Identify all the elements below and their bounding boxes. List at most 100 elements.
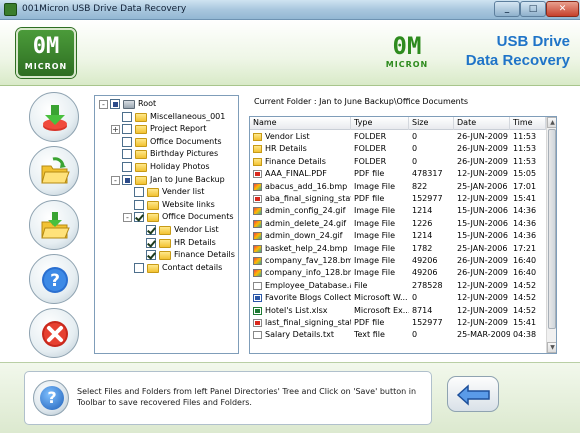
file-row[interactable]: company_info_128.bmpImage File 49206 26-JU… [250, 267, 546, 279]
file-row[interactable]: basket_help_24.bmp Image File 1782 25-JAN-2… [250, 243, 546, 255]
file-type-cell: FOLDER [354, 144, 387, 154]
exit-button[interactable] [29, 308, 79, 358]
tree-checkbox[interactable] [122, 174, 132, 185]
open-button[interactable] [29, 146, 79, 196]
folder-icon [159, 226, 171, 235]
file-size-cell: 0 [412, 132, 418, 141]
file-row[interactable]: Hotel's List.xlsx Microsoft Ex... 8714 12-J… [250, 305, 546, 317]
tree-item[interactable]: + Project Report [95, 123, 238, 136]
file-row[interactable]: Finance Details FOLDER 0 26-JUN-2009 11:53 [250, 156, 546, 168]
column-header-date[interactable]: Date [454, 117, 510, 130]
file-date-cell: 12-JUN-2009 [457, 169, 508, 179]
xls-file-icon [253, 306, 262, 315]
directory-tree[interactable]: - Root Miscellaneous_001 + Project Report Off… [94, 95, 239, 354]
file-type-cell: Image File [354, 243, 395, 253]
tree-item[interactable]: HR Details [95, 237, 238, 250]
help-button[interactable]: ? [29, 254, 79, 304]
file-row[interactable]: last_final_signing_stat... PDF file 152977… [250, 317, 546, 329]
minimize-button[interactable]: _ [494, 1, 520, 17]
product-title: USB Drive Data Recovery [465, 33, 570, 69]
file-row[interactable]: Salary Details.txt Text file 0 25-MAR-2009 0… [250, 329, 546, 341]
file-time-cell: 14:36 [513, 218, 537, 228]
back-arrow-icon [456, 384, 490, 406]
tree-checkbox[interactable] [134, 199, 144, 210]
tree-item-label: Birthday Pictures [150, 149, 219, 159]
file-time-cell: 11:53 [513, 132, 537, 141]
back-button[interactable] [447, 376, 499, 412]
tree-checkbox[interactable] [134, 212, 144, 223]
file-date-cell: 15-JUN-2006 [457, 231, 508, 241]
file-row[interactable]: Vendor List FOLDER 0 26-JUN-2009 11:53 [250, 131, 546, 143]
file-row[interactable]: admin_config_24.gif Image File 1214 15-JUN-… [250, 205, 546, 217]
tree-item[interactable]: Office Documents [95, 136, 238, 149]
tree-item[interactable]: Finance Details [95, 249, 238, 262]
column-header-time[interactable]: Time [510, 117, 546, 130]
column-header-size[interactable]: Size [409, 117, 454, 130]
tree-item[interactable]: Birthday Pictures [95, 148, 238, 161]
file-time-cell: 04:38 [513, 330, 537, 340]
tree-checkbox[interactable] [134, 187, 144, 198]
file-row[interactable]: company_fav_128.bmp Image File 49206 26-JUN… [250, 255, 546, 267]
file-row[interactable]: abacus_add_16.bmp Image File 822 25-JAN-200… [250, 181, 546, 193]
tree-item[interactable]: - Root [95, 98, 238, 111]
collapse-icon[interactable]: - [99, 100, 108, 109]
file-row[interactable]: Favorite Blogs Collecti...Microsoft W...… [250, 292, 546, 304]
folder-icon [147, 200, 159, 210]
scroll-up-icon[interactable]: ▲ [547, 117, 556, 128]
file-name-cell: Employee_Database.a... [265, 280, 351, 290]
maximize-button[interactable]: □ [520, 1, 546, 17]
img-file-icon [253, 257, 262, 265]
tree-item[interactable]: Website links [95, 199, 238, 212]
tree-checkbox[interactable] [122, 162, 132, 172]
file-row[interactable]: AAA_FINAL.PDF PDF file 478317 12-JUN-2009 15… [250, 168, 546, 180]
file-name-cell: Finance Details [265, 156, 326, 166]
tree-item[interactable]: Contact details [95, 262, 238, 275]
scroll-thumb[interactable] [548, 129, 556, 329]
info-help-icon: ? [33, 380, 69, 416]
tree-checkbox[interactable] [146, 237, 156, 248]
recover-button[interactable] [29, 92, 79, 142]
column-header-type[interactable]: Type [351, 117, 409, 130]
tree-checkbox[interactable] [122, 149, 132, 160]
tree-item[interactable]: - Jan to June Backup [95, 174, 238, 187]
file-row[interactable]: HR Details FOLDER 0 26-JUN-2009 11:53 [250, 143, 546, 155]
tree-checkbox[interactable] [110, 99, 120, 109]
tree-item[interactable]: - Office Documents [95, 211, 238, 224]
file-date-cell: 12-JUN-2009 [457, 318, 508, 327]
collapse-icon[interactable]: - [123, 213, 132, 223]
folder-icon [135, 150, 147, 160]
expand-icon[interactable]: + [111, 125, 120, 135]
word-file-icon [253, 294, 262, 303]
collapse-icon[interactable]: - [111, 175, 120, 185]
file-size-cell: 1226 [412, 218, 433, 228]
file-time-cell: 14:52 [513, 280, 537, 290]
file-name-cell: abacus_add_16.bmp [265, 181, 348, 191]
file-row[interactable]: admin_delete_24.gif Image File 1226 15-JUN-… [250, 218, 546, 230]
file-date-cell: 12-JUN-2009 [457, 194, 508, 203]
file-date-cell: 26-JUN-2009 [457, 144, 508, 154]
file-row[interactable]: Employee_Database.a...File 278528 12-JUN-2… [250, 280, 546, 292]
file-size-cell: 1782 [412, 243, 433, 253]
file-row[interactable]: aba_final_signing_stat...PDF file 152977 1… [250, 193, 546, 205]
tree-checkbox[interactable] [146, 250, 156, 261]
tree-checkbox[interactable] [146, 225, 156, 235]
tree-checkbox[interactable] [122, 136, 132, 147]
save-button[interactable] [29, 200, 79, 250]
tree-item[interactable]: Vendor List [95, 224, 238, 237]
close-button[interactable]: ✕ [546, 1, 579, 17]
tree-item[interactable]: Holiday Photos [95, 161, 238, 174]
tree-checkbox[interactable] [122, 124, 132, 135]
tree-checkbox[interactable] [134, 262, 144, 273]
tree-item[interactable]: Vender list [95, 186, 238, 199]
column-header-name[interactable]: Name [250, 117, 351, 130]
tree-checkbox[interactable] [122, 111, 132, 122]
file-date-cell: 26-JUN-2009 [457, 268, 508, 278]
tree-item[interactable]: Miscellaneous_001 [95, 111, 238, 124]
vertical-scrollbar[interactable]: ▲ ▼ [546, 117, 556, 353]
exit-icon [42, 321, 68, 347]
save-folder-icon [41, 212, 70, 239]
file-row[interactable]: admin_down_24.gif Image File 1214 15-JUN-20… [250, 230, 546, 242]
brand-logo: 0M MICRON [378, 32, 436, 70]
file-type-cell: PDF file [354, 318, 385, 327]
scroll-down-icon[interactable]: ▼ [547, 342, 556, 353]
